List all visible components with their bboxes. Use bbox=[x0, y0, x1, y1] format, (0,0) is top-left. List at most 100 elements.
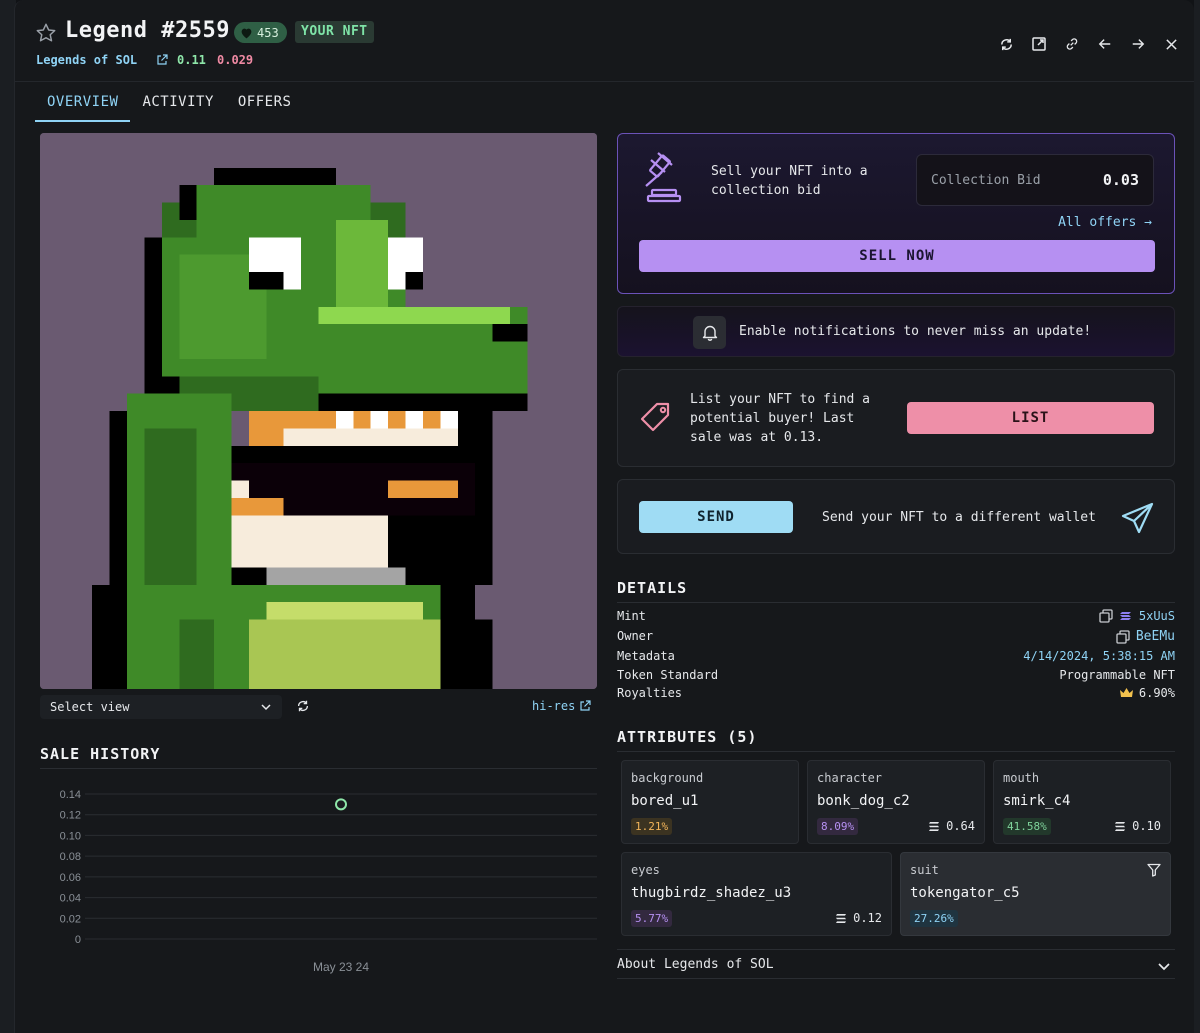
tab-activity[interactable]: ACTIVITY bbox=[130, 88, 225, 122]
notifications-text: Enable notifications to never miss an up… bbox=[739, 324, 1092, 339]
attribute-card[interactable]: mouth smirk_c4 41.58% 0.10 bbox=[993, 760, 1171, 844]
rarity-badge: 41.58% bbox=[1003, 818, 1051, 835]
detail-key: Token Standard bbox=[617, 668, 719, 682]
tab-bar: OVERVIEW ACTIVITY OFFERS bbox=[35, 88, 303, 122]
crown-icon bbox=[1119, 687, 1133, 697]
collection-link[interactable]: Legends of SOL bbox=[36, 53, 137, 67]
detail-key: Mint bbox=[617, 609, 646, 623]
rarity-badge: 5.77% bbox=[631, 910, 673, 927]
pixel-art-gator bbox=[40, 133, 597, 689]
divider bbox=[617, 751, 1175, 752]
floor-price: 0.11 bbox=[177, 53, 206, 67]
sell-now-button[interactable]: SELL NOW bbox=[639, 240, 1155, 272]
hi-res-label: hi-res bbox=[532, 699, 576, 713]
mint-address[interactable]: 5xUuS bbox=[1139, 609, 1175, 623]
owner-address[interactable]: BeEMu bbox=[1136, 629, 1175, 644]
detail-key: Owner bbox=[617, 629, 654, 643]
arrow-right-icon[interactable] bbox=[1128, 34, 1148, 54]
detail-row-mint: Mint 5xUuS bbox=[617, 609, 1175, 627]
royalties-value: 6.90% bbox=[1138, 686, 1175, 700]
attribute-value: smirk_c4 bbox=[1003, 793, 1071, 809]
solana-icon bbox=[929, 821, 940, 831]
external-link-icon[interactable] bbox=[1029, 34, 1049, 54]
attribute-trait: suit bbox=[910, 863, 939, 877]
modal-header: Legend #2559 453 YOUR NFT Legends of SOL… bbox=[15, 0, 1194, 82]
divider bbox=[617, 602, 1175, 603]
solana-icon bbox=[836, 913, 847, 923]
about-collection-label: About Legends of SOL bbox=[617, 957, 774, 972]
about-collection-accordion[interactable]: About Legends of SOL bbox=[617, 949, 1175, 979]
chevron-down-icon bbox=[1158, 963, 1170, 971]
detail-key: Royalties bbox=[617, 686, 683, 700]
tab-offers[interactable]: OFFERS bbox=[226, 88, 304, 122]
send-button[interactable]: SEND bbox=[639, 501, 793, 533]
metadata-link[interactable]: 4/14/2024, 5:38:15 AM bbox=[1023, 649, 1175, 663]
attribute-value: bored_u1 bbox=[631, 793, 699, 809]
attribute-trait: eyes bbox=[631, 863, 660, 877]
divider bbox=[40, 768, 597, 769]
y-tick-label: 0.04 bbox=[60, 893, 81, 905]
select-view-dropdown[interactable]: Select view bbox=[40, 695, 282, 719]
chevron-down-icon bbox=[261, 704, 271, 711]
sale-history-chart: 0.14 0.12 0.10 0.08 0.06 0.04 0.02 0 May 23 24 bbox=[35, 780, 597, 980]
attribute-card[interactable]: background bored_u1 1.21% bbox=[621, 760, 799, 844]
price-tag-icon bbox=[640, 402, 670, 432]
attribute-trait: mouth bbox=[1003, 771, 1040, 785]
attribute-trait: background bbox=[631, 771, 704, 785]
external-link-icon[interactable] bbox=[156, 54, 168, 66]
bell-icon bbox=[702, 325, 717, 341]
favorite-star-icon[interactable] bbox=[35, 22, 57, 44]
arrow-left-icon[interactable] bbox=[1095, 34, 1115, 54]
nft-detail-modal: Legend #2559 453 YOUR NFT Legends of SOL… bbox=[14, 0, 1194, 1033]
rarity-badge: 1.21% bbox=[631, 818, 673, 835]
y-tick-label: 0.02 bbox=[60, 913, 81, 925]
sale-history-chart-svg: 0.14 0.12 0.10 0.08 0.06 0.04 0.02 0 May 23 24 bbox=[60, 789, 597, 974]
y-tick-label: 0.06 bbox=[60, 872, 81, 884]
details-title: DETAILS bbox=[617, 579, 688, 597]
rarity-badge: 8.09% bbox=[817, 818, 859, 835]
close-icon[interactable] bbox=[1161, 34, 1181, 54]
token-standard-value: Programmable NFT bbox=[1059, 668, 1175, 682]
y-tick-label: 0.10 bbox=[60, 830, 81, 842]
attribute-value: bonk_dog_c2 bbox=[817, 793, 910, 809]
paper-plane-icon bbox=[1121, 502, 1154, 534]
refresh-icon[interactable] bbox=[996, 34, 1016, 54]
attribute-card[interactable]: eyes thugbirdz_shadez_u3 5.77% 0.12 bbox=[621, 852, 892, 936]
send-description: Send your NFT to a different wallet bbox=[822, 510, 1096, 525]
link-icon[interactable] bbox=[1062, 34, 1082, 54]
copy-icon[interactable] bbox=[1116, 629, 1130, 644]
sale-point[interactable] bbox=[335, 798, 347, 811]
filter-icon[interactable] bbox=[1147, 863, 1161, 877]
collection-bid-value: 0.03 bbox=[1102, 171, 1139, 189]
list-description: List your NFT to find a potential buyer!… bbox=[690, 392, 871, 445]
detail-value: BeEMu bbox=[1116, 629, 1175, 644]
attribute-floor: 0.12 bbox=[835, 911, 882, 925]
sell-description: Sell your NFT into a collection bid bbox=[711, 164, 868, 198]
attribute-card[interactable]: suit tokengator_c5 27.26% bbox=[900, 852, 1171, 936]
nft-image bbox=[40, 133, 597, 689]
attribute-price: 0.10 bbox=[1132, 819, 1161, 833]
attributes-title: ATTRIBUTES (5) bbox=[617, 728, 758, 746]
copy-icon[interactable] bbox=[1099, 609, 1113, 623]
likes-badge[interactable]: 453 bbox=[234, 22, 287, 43]
y-tick-label: 0.14 bbox=[60, 789, 81, 801]
tab-overview[interactable]: OVERVIEW bbox=[35, 88, 131, 122]
y-tick-label: 0.12 bbox=[60, 810, 81, 822]
bell-icon-box bbox=[693, 316, 726, 349]
attribute-price: 0.12 bbox=[853, 911, 882, 925]
refresh-image-icon[interactable] bbox=[296, 699, 310, 713]
collection-bid-label: Collection Bid bbox=[931, 173, 1041, 188]
sell-card: Sell your NFT into a collection bid Coll… bbox=[617, 133, 1175, 294]
list-button[interactable]: LIST bbox=[907, 402, 1154, 434]
detail-row-metadata: Metadata 4/14/2024, 5:38:15 AM bbox=[617, 649, 1175, 667]
notifications-banner[interactable]: Enable notifications to never miss an up… bbox=[617, 306, 1175, 357]
attribute-card[interactable]: character bonk_dog_c2 8.09% 0.64 bbox=[807, 760, 985, 844]
hi-res-link[interactable]: hi-res bbox=[532, 699, 591, 713]
all-offers-link[interactable]: All offers → bbox=[1058, 215, 1152, 230]
your-nft-badge: YOUR NFT bbox=[295, 21, 374, 43]
floor-change: 0.029 bbox=[217, 53, 254, 67]
send-card: SEND Send your NFT to a different wallet bbox=[617, 479, 1175, 554]
detail-key: Metadata bbox=[617, 649, 675, 663]
attribute-trait: character bbox=[817, 771, 883, 785]
solana-icon bbox=[1115, 821, 1126, 831]
